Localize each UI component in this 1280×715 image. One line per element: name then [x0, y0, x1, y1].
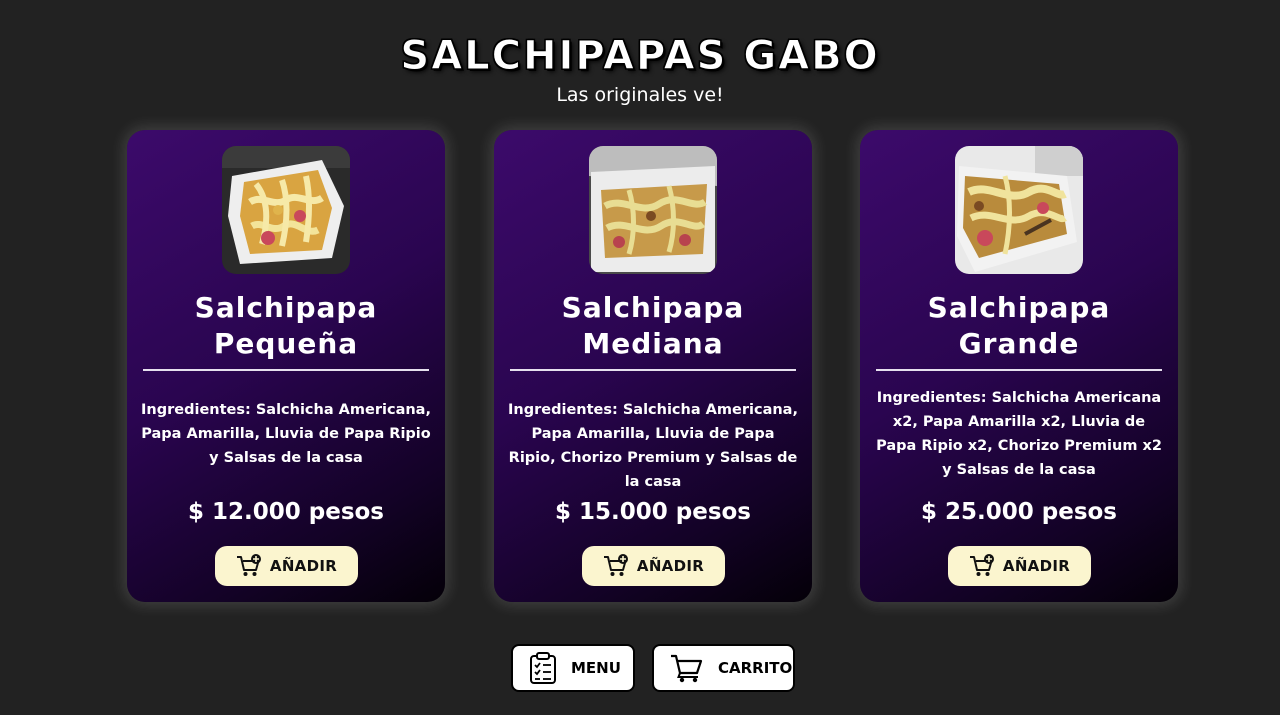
product-title: Salchipapa Mediana	[510, 290, 796, 362]
product-title-line2: Grande	[958, 327, 1080, 360]
salchipapa-photo-icon	[589, 146, 717, 274]
salchipapa-photo-icon	[222, 146, 350, 274]
product-title: Salchipapa Pequeña	[143, 290, 429, 362]
product-title-line1: Salchipapa	[927, 291, 1111, 324]
menu-button-label: MENU	[571, 659, 621, 677]
product-ingredients: Ingredientes: Salchicha Americana, Papa …	[508, 402, 798, 490]
product-price: $ 25.000 pesos	[920, 499, 1118, 525]
shopping-cart-icon	[671, 654, 703, 683]
product-photo	[955, 146, 1083, 274]
cart-plus-icon	[969, 554, 994, 576]
add-button-label: AÑADIR	[636, 557, 705, 575]
product-photo	[589, 146, 717, 274]
header: SALCHIPAPAS GABO Las originales ve!	[0, 30, 1280, 108]
add-to-cart-button[interactable]: AÑADIR	[582, 546, 725, 586]
add-to-cart-button[interactable]: AÑADIR	[215, 546, 358, 586]
add-button-label: AÑADIR	[1002, 557, 1071, 575]
product-title-line2: Mediana	[582, 327, 724, 360]
tagline: Las originales ve!	[556, 84, 724, 106]
product-card-mediana: Salchipapa Mediana Ingredientes: Salchic…	[494, 130, 812, 602]
add-button-label: AÑADIR	[269, 557, 338, 575]
menu-button[interactable]: MENU	[511, 644, 635, 692]
product-photo	[222, 146, 350, 274]
clipboard-checklist-icon	[530, 652, 556, 684]
brand-title: SALCHIPAPAS GABO	[400, 33, 880, 80]
product-grid: Salchipapa Pequeña Ingredientes: Salchic…	[127, 130, 1179, 602]
product-card-pequena: Salchipapa Pequeña Ingredientes: Salchic…	[127, 130, 445, 602]
cart-plus-icon	[236, 554, 261, 576]
cart-button[interactable]: CARRITO	[652, 644, 795, 692]
salchipapa-photo-icon	[955, 146, 1083, 274]
cart-plus-icon	[603, 554, 628, 576]
title-divider	[876, 369, 1162, 371]
product-card-grande: Salchipapa Grande Ingredientes: Salchich…	[860, 130, 1178, 602]
title-divider	[143, 369, 429, 371]
product-title-line2: Pequeña	[213, 327, 359, 360]
product-title: Salchipapa Grande	[876, 290, 1162, 362]
product-title-line1: Salchipapa	[561, 291, 745, 324]
add-to-cart-button[interactable]: AÑADIR	[948, 546, 1091, 586]
cart-button-label: CARRITO	[718, 659, 793, 677]
page: SALCHIPAPAS GABO Las originales ve! Salc…	[0, 0, 1280, 715]
product-price: $ 12.000 pesos	[187, 499, 385, 525]
product-ingredients: Ingredientes: Salchicha Americana x2, Pa…	[876, 390, 1162, 478]
bottom-nav: MENU CARRITO	[0, 644, 1280, 694]
product-ingredients: Ingredientes: Salchicha Americana, Papa …	[141, 402, 431, 466]
title-divider	[510, 369, 796, 371]
product-price: $ 15.000 pesos	[554, 499, 752, 525]
product-title-line1: Salchipapa	[194, 291, 378, 324]
